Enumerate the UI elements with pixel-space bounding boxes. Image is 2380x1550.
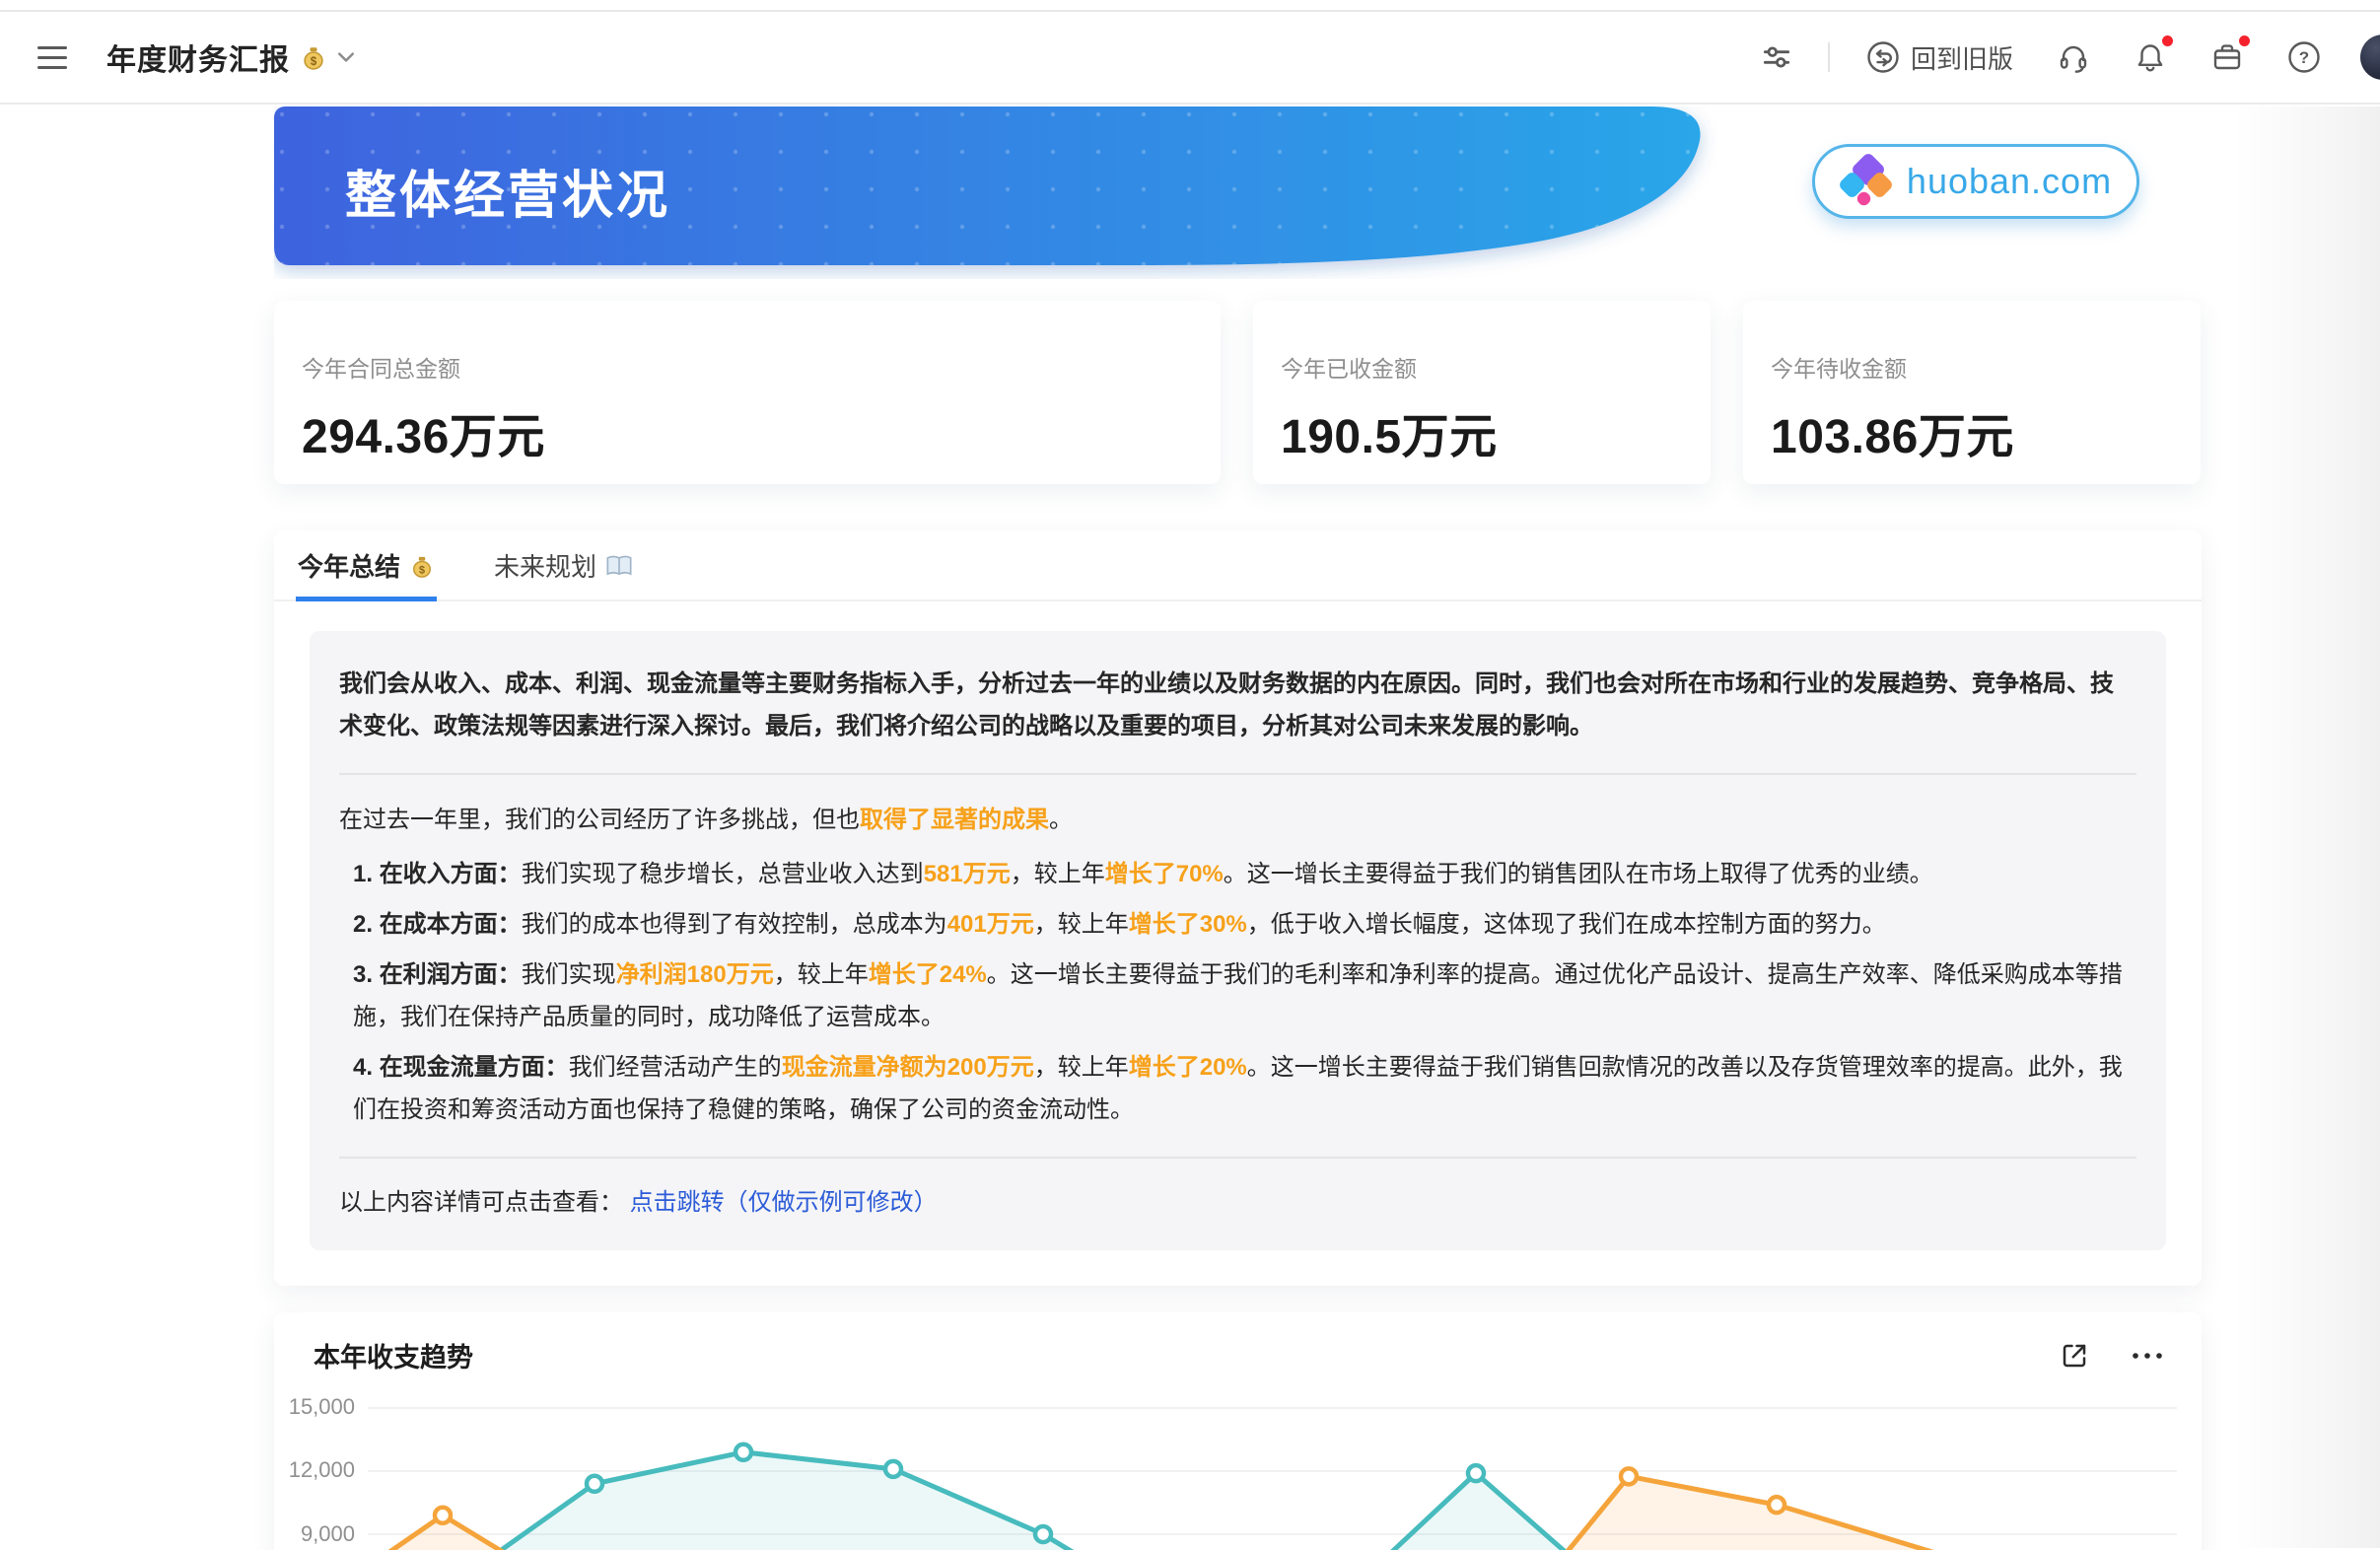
- workbench-briefcase-icon[interactable]: [2209, 39, 2245, 75]
- more-ellipsis-icon[interactable]: [2131, 1351, 2164, 1361]
- page-title: 年度财务汇报: [106, 35, 290, 79]
- tab-this-year-summary[interactable]: 今年总结 $: [296, 530, 437, 601]
- adjustments-icon[interactable]: [1760, 40, 1793, 74]
- divider: [339, 1157, 2136, 1159]
- summary-list: 1. 在收入方面：我们实现了稳步增长，总营业收入达到581万元，较上年增长了70…: [339, 853, 2136, 1131]
- svg-text:?: ?: [2299, 48, 2309, 67]
- summary-content-box: 我们会从收入、成本、利润、现金流量等主要财务指标入手，分析过去一年的业绩以及财务…: [310, 631, 2166, 1250]
- stat-label: 今年已收金额: [1281, 350, 1711, 384]
- tab-future-plan[interactable]: 未来规划: [492, 530, 635, 601]
- stat-card-received: 今年已收金额 190.5万元: [1253, 301, 1711, 484]
- notification-badge: [2162, 35, 2173, 46]
- chart-title: 本年收支趋势: [314, 1336, 473, 1374]
- notifications-bell-icon[interactable]: [2133, 39, 2168, 75]
- trend-chart: 15,000 12,000 9,000: [274, 1386, 2202, 1550]
- stat-card-contract-total: 今年合同总金额 294.36万元: [274, 301, 1221, 484]
- list-item-profit: 3. 在利润方面：我们实现净利润180万元，较上年增长了24%。这一增长主要得益…: [353, 953, 2136, 1038]
- stat-label: 今年合同总金额: [302, 350, 1221, 384]
- stat-value: 294.36万元: [302, 397, 1221, 466]
- huoban-logo-badge: huoban.com: [1812, 144, 2139, 219]
- topbar-divider: [1828, 42, 1830, 72]
- menu-icon[interactable]: [37, 46, 67, 69]
- swap-circle-icon: [1865, 39, 1901, 75]
- svg-text:$: $: [419, 564, 425, 576]
- report-container: 整体经营状况 huoban.com 今年合同总金额 294.36万元 今年已收金…: [274, 106, 2202, 1550]
- back-to-old-version-button[interactable]: 回到旧版: [1865, 39, 2013, 76]
- stat-cards-row: 今年合同总金额 294.36万元 今年已收金额 190.5万元 今年待收金额 1…: [274, 301, 2202, 484]
- tab-label: 未来规划: [494, 547, 596, 584]
- topbar-actions: 回到旧版: [1739, 35, 2380, 80]
- topbar: 年度财务汇报 $: [0, 12, 2380, 105]
- trend-chart-card: 本年收支趋势: [274, 1312, 2202, 1550]
- chart-actions: [2060, 1341, 2164, 1371]
- summary-footer: 以上内容详情可点击查看： 点击跳转（仅做示例可修改）: [339, 1182, 2136, 1217]
- chevron-down-icon: [337, 51, 355, 63]
- stat-value: 103.86万元: [1771, 397, 2201, 466]
- divider: [339, 773, 2136, 775]
- money-bag-icon: $: [300, 43, 327, 71]
- money-bag-icon: $: [409, 553, 435, 579]
- open-book-icon: [605, 553, 633, 579]
- section-banner: 整体经营状况 huoban.com: [274, 106, 2202, 265]
- list-item-cashflow: 4. 在现金流量方面：我们经营活动产生的现金流量净额为200万元，较上年增长了2…: [353, 1046, 2136, 1131]
- page-body: 整体经营状况 huoban.com 今年合同总金额 294.36万元 今年已收金…: [0, 106, 2380, 1548]
- window-top-edge: [0, 0, 2380, 12]
- svg-text:$: $: [311, 55, 317, 68]
- help-icon[interactable]: ?: [2286, 39, 2322, 75]
- summary-challenge-line: 在过去一年里，我们的公司经历了许多挑战，但也取得了显著的成果。: [339, 799, 2136, 841]
- back-to-old-version-label: 回到旧版: [1911, 39, 2013, 76]
- workbench-badge: [2239, 35, 2250, 46]
- list-item-revenue: 1. 在收入方面：我们实现了稳步增长，总营业收入达到581万元，较上年增长了70…: [353, 853, 2136, 895]
- right-edge-shadow: [2232, 106, 2380, 1548]
- jump-link[interactable]: 点击跳转（仅做示例可修改）: [630, 1189, 938, 1216]
- summary-card: 今年总结 $ 未来规划: [274, 530, 2202, 1286]
- trend-chart-svg: [274, 1386, 2202, 1550]
- footer-label: 以上内容详情可点击查看：: [339, 1189, 623, 1216]
- tab-label: 今年总结: [298, 547, 400, 584]
- banner-title: 整体经营状况: [345, 154, 670, 228]
- huoban-diamond-icon: [1840, 155, 1893, 208]
- user-avatar[interactable]: [2360, 35, 2380, 80]
- stat-value: 190.5万元: [1281, 397, 1711, 466]
- list-item-cost: 2. 在成本方面：我们的成本也得到了有效控制，总成本为401万元，较上年增长了3…: [353, 903, 2136, 946]
- stat-label: 今年待收金额: [1771, 350, 2201, 384]
- support-headset-icon[interactable]: [2056, 39, 2091, 75]
- summary-intro: 我们会从收入、成本、利润、现金流量等主要财务指标入手，分析过去一年的业绩以及财务…: [339, 663, 2136, 747]
- stat-card-pending: 今年待收金额 103.86万元: [1743, 301, 2201, 484]
- huoban-logo-text: huoban.com: [1907, 161, 2112, 202]
- open-external-icon[interactable]: [2060, 1341, 2089, 1371]
- report-title-wrap[interactable]: 年度财务汇报 $: [106, 35, 355, 79]
- tab-row: 今年总结 $ 未来规划: [274, 530, 2202, 601]
- chart-header: 本年收支趋势: [274, 1312, 2202, 1386]
